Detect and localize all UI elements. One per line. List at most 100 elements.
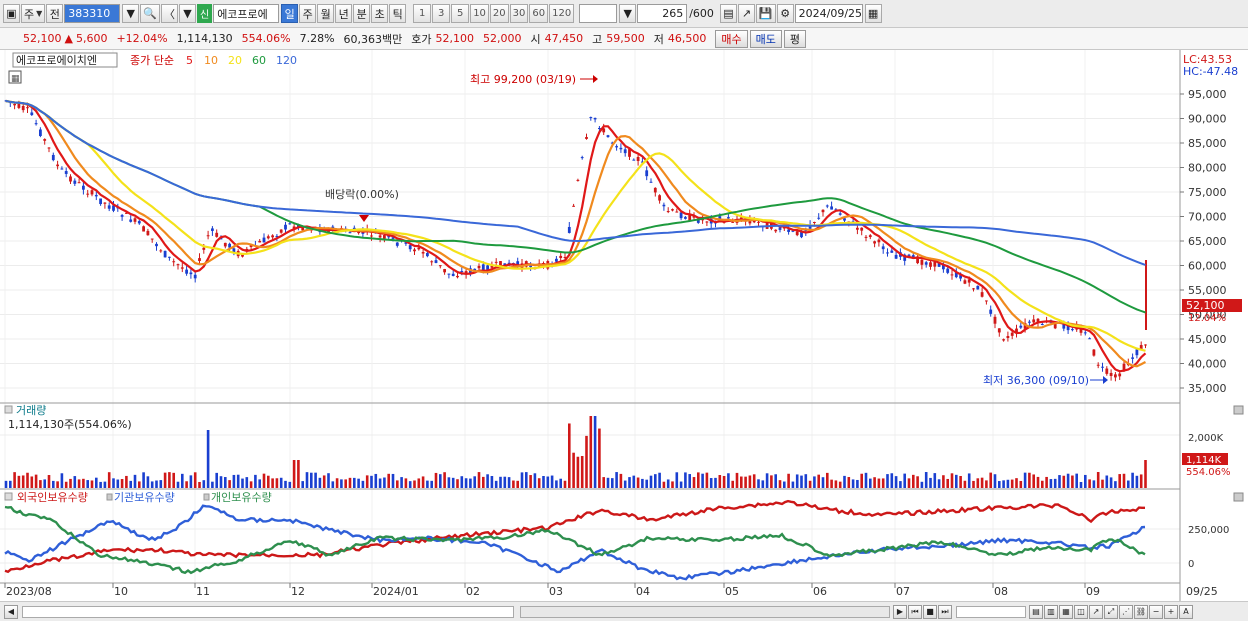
stock-code-input[interactable]: 383310: [64, 4, 121, 23]
interval-button[interactable]: 5: [451, 4, 470, 23]
calendar-icon[interactable]: ▦: [864, 4, 882, 23]
holdings-legend: 외국인보유수량 기관보유수량 개인보유수량: [17, 491, 272, 504]
text-size-icon[interactable]: A: [1179, 604, 1193, 619]
period-tab[interactable]: 초: [371, 4, 389, 23]
candle-body: [598, 128, 601, 130]
period-tab[interactable]: 주: [299, 4, 317, 23]
volume-bar: [993, 474, 997, 488]
interval-button[interactable]: 120: [549, 4, 575, 23]
candle-body: [120, 215, 124, 217]
candle-body: [271, 235, 274, 238]
candle-body: [589, 117, 593, 119]
volume-bar: [791, 481, 795, 488]
zoom-slider[interactable]: [956, 605, 1026, 618]
window-menu-icon[interactable]: ▣: [3, 4, 20, 23]
holdings-close-icon[interactable]: [1233, 492, 1244, 502]
candle-body: [572, 205, 575, 207]
candle-body: [193, 274, 197, 279]
interval-buttons: 1 3 5 10 20 30 60 120: [413, 4, 575, 23]
prev-button[interactable]: 전: [46, 4, 64, 23]
scroll-track-left[interactable]: [22, 605, 514, 618]
volume-bar: [542, 476, 545, 488]
stop-icon[interactable]: ■: [923, 604, 937, 619]
interval-custom-input[interactable]: [579, 4, 618, 23]
interval-button[interactable]: 10: [470, 4, 489, 23]
code-dropdown-icon[interactable]: ▼: [122, 4, 140, 23]
volume-close-icon[interactable]: [1233, 405, 1244, 415]
market-select[interactable]: 주 ▼: [21, 4, 46, 23]
candle-body: [868, 235, 872, 238]
measure-icon[interactable]: ⤢: [1104, 604, 1118, 619]
holdings-tick-250k: 250,000: [1188, 525, 1229, 536]
count-input[interactable]: 265: [637, 4, 688, 23]
sell-button[interactable]: 매도: [749, 29, 782, 48]
interval-button[interactable]: 60: [529, 4, 549, 23]
volume-bar: [834, 480, 838, 488]
period-tab[interactable]: 월: [317, 4, 335, 23]
period-tab[interactable]: 틱: [389, 4, 407, 23]
interval-button[interactable]: 1: [413, 4, 432, 23]
volume-bar: [623, 480, 627, 488]
gear-icon[interactable]: ⚙: [776, 4, 794, 23]
volume-bar: [1049, 479, 1053, 488]
chart-toolbar: ▣ 주 ▼ 전 383310 ▼ 🔍 〈 ▼ 신 에코프로에 일주월년분초틱 13…: [0, 0, 1248, 28]
interval-button[interactable]: 30: [509, 4, 529, 23]
candle-body: [817, 217, 821, 219]
last-page-icon[interactable]: ⏭: [938, 604, 952, 619]
zoom-in-icon[interactable]: +: [1164, 604, 1178, 619]
candle-body: [370, 235, 373, 237]
scroll-thumb[interactable]: [520, 605, 890, 618]
chevron-down-icon[interactable]: ▼: [178, 4, 196, 23]
volume-bar: [314, 472, 317, 488]
volume-bar: [520, 472, 524, 488]
candle-body: [258, 240, 262, 243]
chart-scrollbar[interactable]: ◀ ▶ ⏮ ■ ⏭ ▤ ▥ ▦ ◫ ↗ ⤢ ⋰ ⛓ − + A: [0, 601, 1248, 621]
volume-bar: [64, 481, 68, 488]
volume-bar: [361, 480, 365, 488]
candle-body: [838, 213, 842, 215]
holdings-panel-icon[interactable]: [4, 492, 13, 501]
scroll-right-icon[interactable]: ▶: [893, 604, 907, 619]
eval-button[interactable]: 평: [783, 29, 807, 48]
interval-button[interactable]: 3: [432, 4, 451, 23]
trend-icon[interactable]: ↗: [1089, 604, 1103, 619]
period-tab[interactable]: 일: [281, 4, 299, 23]
split-icon[interactable]: ▥: [1044, 604, 1058, 619]
volume-bar: [589, 416, 593, 488]
volume-bar: [353, 477, 356, 488]
layout-icon[interactable]: ▤: [1029, 604, 1043, 619]
volume-bar: [718, 475, 722, 488]
compare-icon[interactable]: ◫: [1074, 604, 1088, 619]
link-icon[interactable]: ⛓: [1134, 604, 1148, 619]
scroll-left-icon[interactable]: ◀: [4, 604, 18, 619]
period-tab[interactable]: 분: [353, 4, 371, 23]
pattern-icon[interactable]: ⋰: [1119, 604, 1133, 619]
volume-bar: [318, 477, 322, 488]
date-tick-label: 08: [994, 585, 1008, 598]
buy-button[interactable]: 매수: [715, 29, 748, 48]
volume-bar: [744, 476, 747, 488]
interval-dropdown-icon[interactable]: ▼: [619, 4, 637, 23]
first-page-icon[interactable]: ⏮: [908, 604, 922, 619]
candle-body: [774, 229, 778, 232]
zoom-out-icon[interactable]: −: [1149, 604, 1163, 619]
search-icon[interactable]: 🔍: [140, 4, 160, 23]
volume-bar: [881, 478, 885, 488]
stock-chart[interactable]: 에코프로에이치엔 종가 단순 5 10 20 60 120 ▦ LC:43.53 HC:…: [0, 50, 1248, 601]
interval-button[interactable]: 20: [489, 4, 509, 23]
volume-bar: [998, 481, 1001, 488]
sound-icon[interactable]: 〈: [160, 4, 178, 23]
candle-body: [99, 198, 102, 205]
volume-bar: [26, 472, 29, 488]
candle-icon[interactable]: ▤: [719, 4, 737, 23]
save-icon[interactable]: 💾: [755, 4, 776, 23]
date-input[interactable]: 2024/09/25: [794, 4, 863, 23]
volume-bar: [1075, 473, 1078, 488]
volume-panel-icon[interactable]: [4, 405, 13, 414]
draw-icon[interactable]: ↗: [737, 4, 755, 23]
period-tab[interactable]: 년: [335, 4, 353, 23]
volume-bar: [671, 481, 674, 488]
overlay-icon[interactable]: ▦: [1059, 604, 1073, 619]
volume-bar: [800, 475, 803, 488]
stock-name-field[interactable]: 에코프로에: [213, 4, 280, 23]
